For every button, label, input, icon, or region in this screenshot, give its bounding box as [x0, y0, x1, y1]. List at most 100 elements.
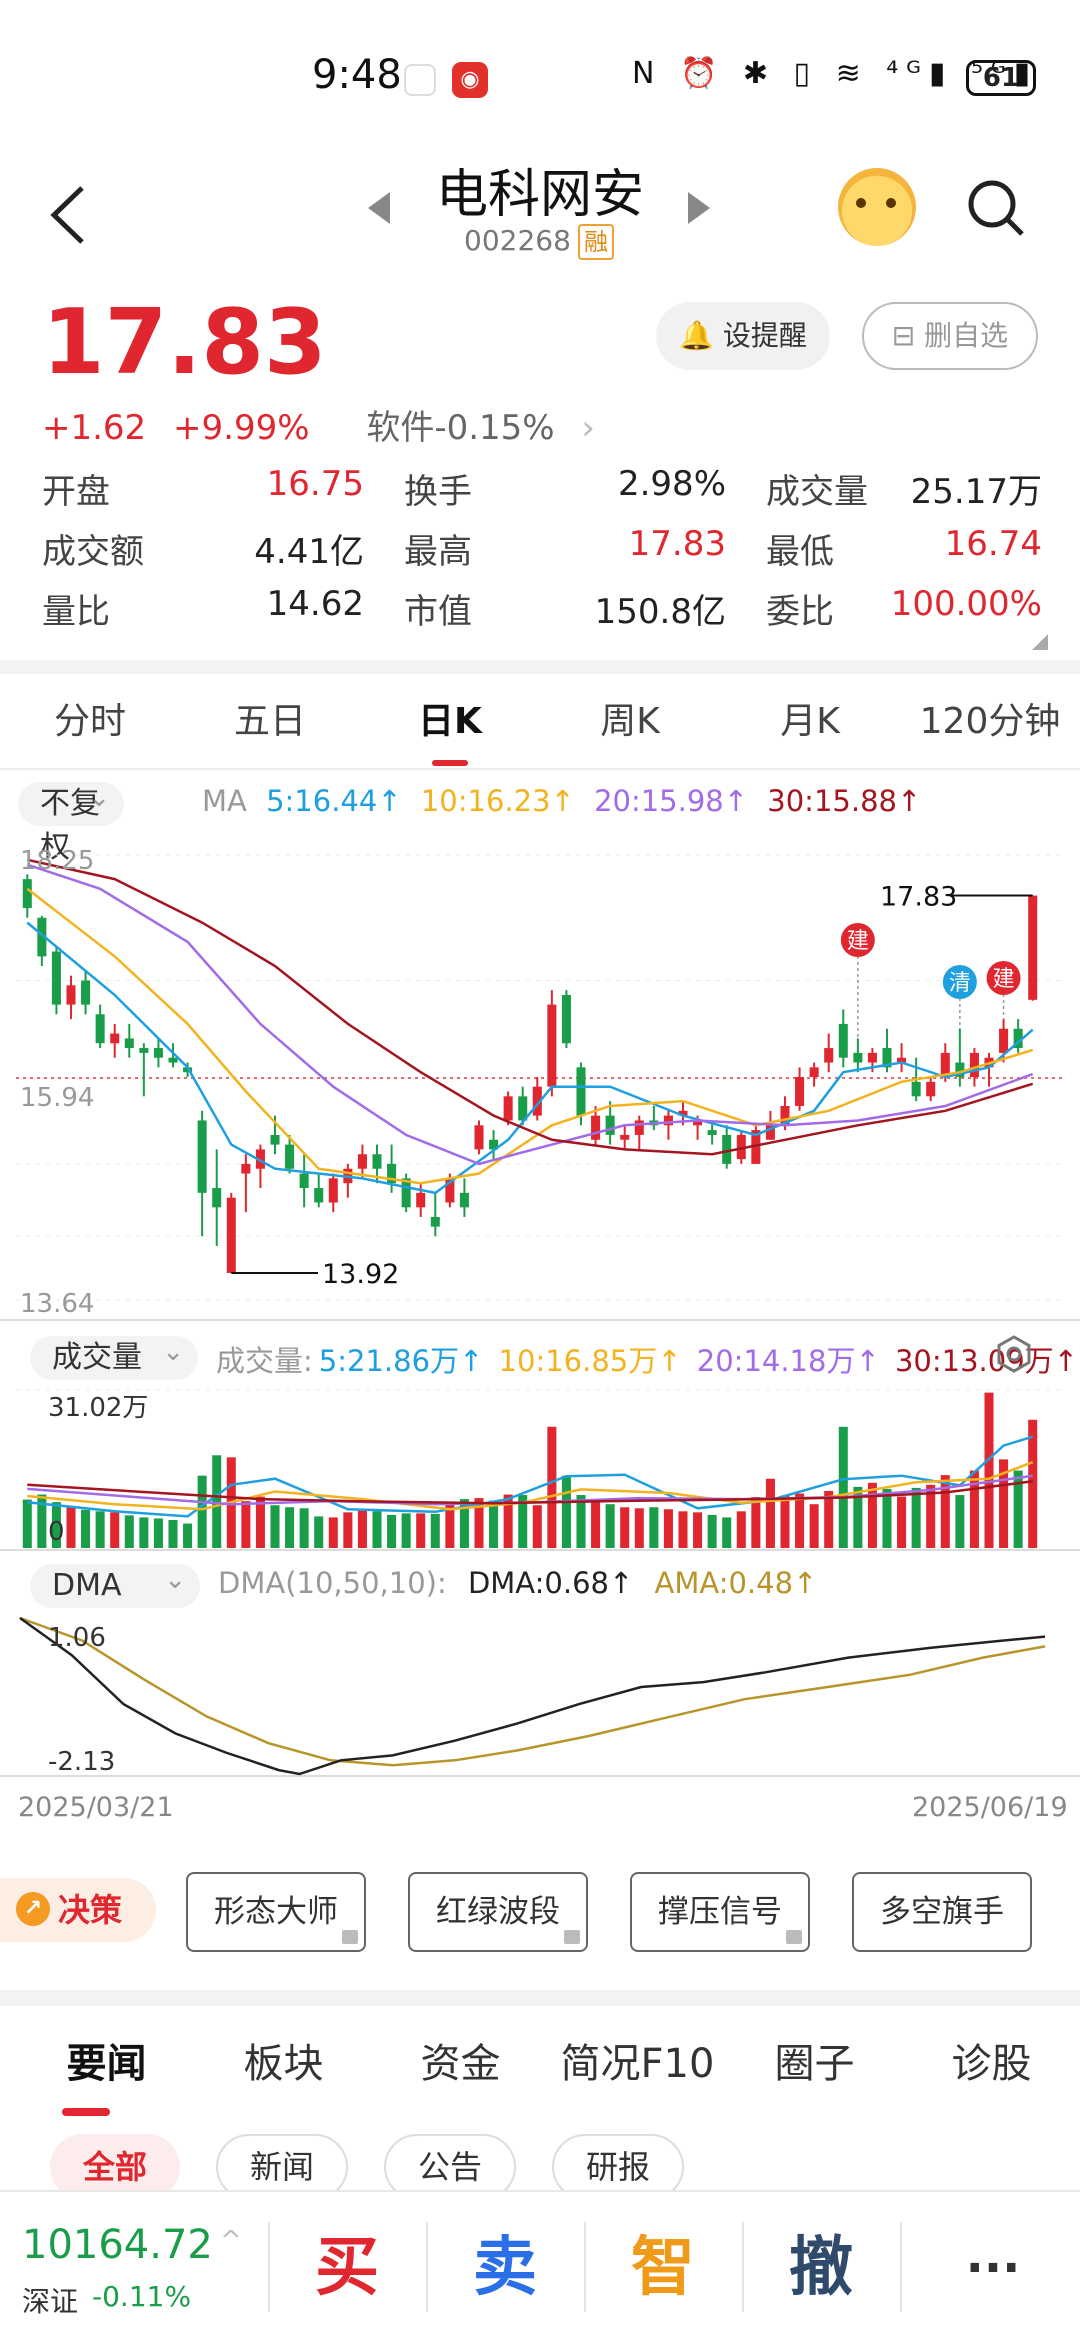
news-tab[interactable]: 板块: [195, 2030, 372, 2120]
stat-value: 17.83: [628, 523, 726, 564]
volume-bar: [693, 1512, 703, 1548]
volume-bar: [285, 1507, 295, 1548]
period-tab[interactable]: 五日: [180, 688, 360, 768]
volume-bar: [1028, 1419, 1038, 1548]
stat-label: 成交量: [766, 471, 868, 512]
lock-icon: [342, 1930, 358, 1944]
next-stock-icon[interactable]: [688, 192, 710, 224]
stat-value: 150.8亿: [594, 591, 726, 632]
candle-body: [51, 951, 61, 1005]
index-expand-icon[interactable]: ^: [220, 2226, 242, 2256]
volume-bar: [678, 1511, 688, 1548]
candle-body: [241, 1163, 251, 1174]
volume-bar: [765, 1478, 775, 1548]
candle-body: [911, 1081, 921, 1097]
expand-corner-icon[interactable]: [1032, 634, 1048, 650]
candle-body: [809, 1067, 819, 1078]
sector-link[interactable]: 软件-0.15% ›: [366, 408, 611, 448]
smart-button[interactable]: 智: [584, 2220, 742, 2316]
adjust-selector[interactable]: 不复权: [18, 776, 124, 865]
volume-bar: [372, 1511, 382, 1548]
ma-legend: MA 5:16.44↑ 10:16.23↑ 20:15.98↑ 30:15.88…: [202, 784, 931, 818]
cancel-order-button[interactable]: 撤: [742, 2220, 900, 2316]
news-tab[interactable]: 诊股: [903, 2030, 1080, 2120]
stat-label: 最低: [766, 531, 834, 572]
change-row: +1.62 +9.99% 软件-0.15% ›: [42, 400, 627, 449]
candle-body: [1028, 895, 1038, 1000]
set-alert-button[interactable]: 🔔 设提醒: [656, 302, 830, 370]
index-name: 深证: [22, 2285, 79, 2318]
more-button[interactable]: ···: [914, 2220, 1072, 2316]
news-tab[interactable]: 简况F10: [549, 2030, 726, 2120]
volume-bar: [197, 1475, 207, 1548]
candle-body: [197, 1120, 207, 1193]
candle-body: [22, 879, 32, 909]
decision-badge[interactable]: 决策: [0, 1878, 156, 1942]
candle-body: [853, 1052, 863, 1063]
dma-y-top-label: 1.06: [48, 1623, 106, 1653]
kline-chart[interactable]: 18.2515.9413.6417.8313.92建清 建31.02万01.06-…: [0, 830, 1080, 1790]
dma-selector[interactable]: DMA: [30, 1558, 200, 1608]
gear-icon[interactable]: [994, 1334, 1034, 1374]
tool-long-short-flag[interactable]: 多空旗手: [852, 1872, 1032, 1952]
tool-label: 撑压信号: [658, 1894, 782, 1930]
filter-label: 研报: [585, 2148, 650, 2186]
stat-value: 2.98%: [617, 463, 726, 504]
ama-value: AMA:0.48↑: [654, 1566, 818, 1600]
remove-watchlist-button[interactable]: ⊟ 删自选: [862, 302, 1038, 370]
period-tab[interactable]: 月K: [720, 688, 900, 768]
tool-red-green-wave[interactable]: 红绿波段: [408, 1872, 588, 1952]
index-value[interactable]: 10164.72: [22, 2222, 213, 2268]
volume-bar: [547, 1426, 557, 1548]
news-tab[interactable]: 资金: [372, 2030, 549, 2120]
volume-selector[interactable]: 成交量: [30, 1330, 198, 1380]
stat-label: 量比: [42, 591, 110, 632]
candle-body: [270, 1134, 280, 1145]
volume-bar: [314, 1516, 324, 1548]
period-tab[interactable]: 日K: [360, 688, 540, 768]
news-tab[interactable]: 圈子: [726, 2030, 903, 2120]
signal-marker-label: 建: [993, 967, 1015, 992]
volume-bar: [532, 1505, 542, 1548]
candle-body: [999, 1028, 1009, 1053]
buy-button[interactable]: 买: [268, 2220, 426, 2316]
stat-label: 委比: [766, 591, 834, 632]
price-change-pct: +9.99%: [173, 408, 310, 448]
sell-button[interactable]: 卖: [426, 2220, 584, 2316]
set-alert-label: 设提醒: [722, 319, 807, 352]
ma5-value: 5:16.44↑: [266, 784, 402, 818]
candle-body: [212, 1188, 222, 1208]
candle-body: [707, 1130, 717, 1135]
volume-bar: [940, 1475, 950, 1548]
battery-icon: 61: [966, 60, 1036, 96]
candle-body: [547, 1004, 557, 1087]
volume-bar: [343, 1512, 353, 1548]
volume-bar: [66, 1507, 76, 1548]
low-price-label: 13.92: [322, 1259, 399, 1290]
candle-body: [81, 980, 91, 1005]
volume-bar: [183, 1523, 193, 1548]
candle-body: [95, 1014, 105, 1044]
stat-value: 14.62: [266, 583, 364, 624]
prev-stock-icon[interactable]: [368, 192, 390, 224]
volume-bar: [430, 1513, 440, 1548]
mascot-icon[interactable]: [838, 168, 916, 246]
stat-cell: 市值 150.8亿: [404, 584, 766, 633]
tool-support-pressure[interactable]: 撑压信号: [630, 1872, 810, 1952]
vol-ma5-value: 5:21.86万↑: [318, 1344, 484, 1378]
candle-body: [416, 1192, 426, 1208]
volume-bar: [22, 1499, 32, 1548]
candle-body: [299, 1173, 309, 1189]
period-tab[interactable]: 分时: [0, 688, 180, 768]
divider: [0, 1990, 1080, 2006]
search-icon[interactable]: [966, 178, 1026, 238]
volume-bar: [620, 1507, 630, 1548]
tool-pattern-master[interactable]: 形态大师: [186, 1872, 366, 1952]
stat-cell: 最低 16.74: [766, 524, 1042, 573]
candle-body: [110, 1033, 120, 1044]
period-tab[interactable]: 周K: [540, 688, 720, 768]
ma-line-ma5: [26, 921, 1034, 1195]
back-icon[interactable]: [40, 180, 100, 250]
news-tab[interactable]: 要闻: [18, 2030, 195, 2120]
period-tab[interactable]: 120分钟: [900, 688, 1080, 768]
